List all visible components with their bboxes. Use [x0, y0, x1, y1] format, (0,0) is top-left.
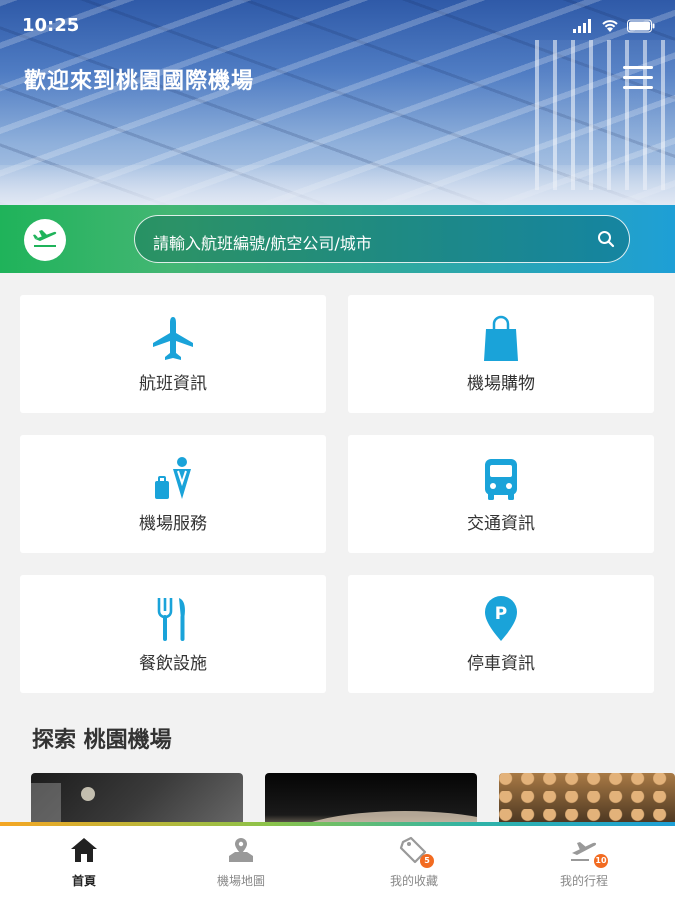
wifi-icon — [601, 18, 619, 37]
tab-favorites[interactable]: 5 我的收藏 — [330, 826, 498, 900]
favorite-tag-icon: 5 — [330, 836, 498, 868]
search-icon[interactable] — [597, 230, 615, 252]
hero-floor — [0, 165, 675, 205]
explore-section-title: 探索 桃園機場 — [32, 728, 172, 753]
favorites-badge: 5 — [420, 854, 434, 868]
status-bar: 10:25 — [0, 0, 675, 52]
card-label: 機場購物 — [467, 374, 535, 394]
search-input[interactable]: 請輸入航班編號/航空公司/城市 — [134, 215, 630, 263]
card-label: 停車資訊 — [467, 654, 535, 674]
search-bar: 請輸入航班編號/航空公司/城市 — [0, 205, 675, 273]
tab-label: 首頁 — [71, 874, 96, 888]
card-transport-info[interactable]: 交通資訊 — [348, 435, 654, 553]
menu-line — [623, 86, 653, 89]
card-label: 餐飲設施 — [139, 654, 207, 674]
card-airport-shopping[interactable]: 機場購物 — [348, 295, 654, 413]
card-parking-info[interactable]: P 停車資訊 — [348, 575, 654, 693]
service-person-icon — [20, 455, 326, 503]
itinerary-badge: 10 — [594, 854, 608, 868]
bus-icon — [348, 455, 654, 503]
shopping-bag-icon — [348, 315, 654, 363]
card-label: 航班資訊 — [139, 374, 207, 394]
hamburger-menu-button[interactable] — [623, 66, 653, 90]
ceiling-light — [81, 787, 95, 801]
tab-airport-map[interactable]: 機場地圖 — [157, 826, 325, 900]
search-placeholder: 請輸入航班編號/航空公司/城市 — [153, 234, 372, 253]
svg-text:P: P — [495, 604, 507, 624]
tab-label: 機場地圖 — [216, 874, 265, 888]
status-icons — [573, 18, 655, 37]
fork-knife-icon — [20, 595, 326, 643]
departure-plane-icon — [32, 227, 58, 253]
tab-my-itinerary[interactable]: 10 我的行程 — [500, 826, 668, 900]
map-icon — [157, 836, 325, 866]
status-time: 10:25 — [22, 15, 80, 36]
home-icon — [0, 836, 168, 866]
tab-home[interactable]: 首頁 — [0, 826, 168, 900]
signal-icon — [573, 18, 593, 37]
bottom-tab-bar: 首頁 機場地圖 5 我的收藏 10 我的行程 — [0, 826, 675, 900]
card-label: 交通資訊 — [467, 514, 535, 534]
card-airport-service[interactable]: 機場服務 — [20, 435, 326, 553]
parking-pin-icon: P — [348, 595, 654, 643]
airplane-icon — [20, 315, 326, 363]
flight-mode-button[interactable] — [24, 219, 66, 261]
page-title: 歡迎來到桃園國際機場 — [24, 69, 255, 94]
itinerary-plane-icon: 10 — [500, 836, 668, 868]
battery-icon — [627, 18, 655, 37]
menu-line — [623, 76, 653, 79]
tab-label: 我的收藏 — [389, 874, 438, 888]
menu-line — [623, 66, 653, 69]
card-dining[interactable]: 餐飲設施 — [20, 575, 326, 693]
card-label: 機場服務 — [139, 514, 207, 534]
card-flight-info[interactable]: 航班資訊 — [20, 295, 326, 413]
tab-label: 我的行程 — [559, 874, 608, 888]
